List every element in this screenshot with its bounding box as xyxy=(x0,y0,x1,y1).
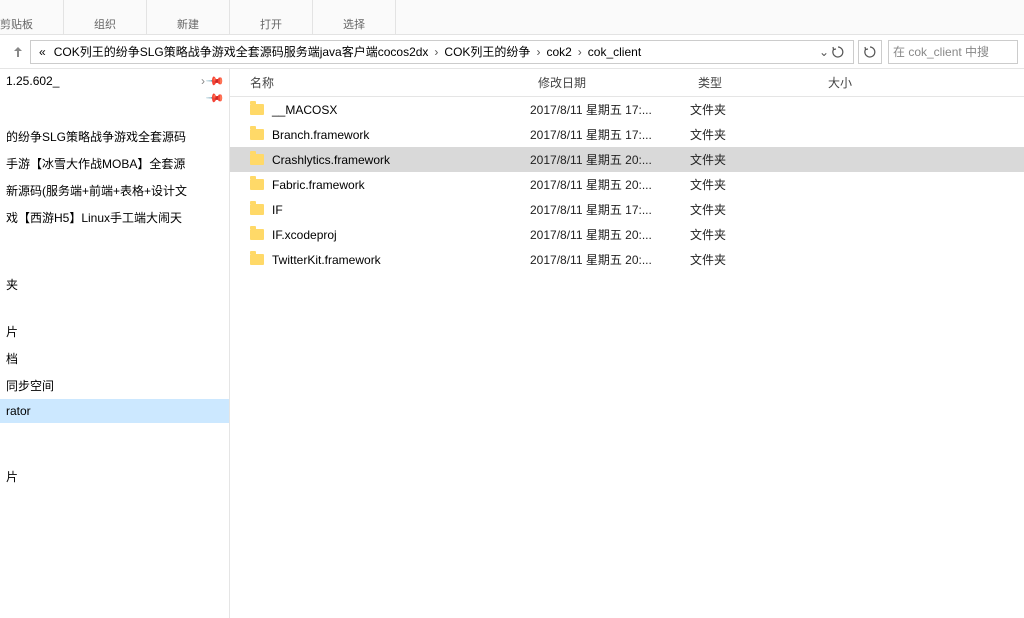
file-date: 2017/8/11 星期五 20:... xyxy=(530,226,690,243)
breadcrumb-part[interactable]: COK列王的纷争SLG策略战争游戏全套源码服务端java客户端cocos2dx xyxy=(50,41,433,62)
ribbon-clipboard[interactable]: 剪贴板 xyxy=(0,0,64,34)
chevron-right-icon: › xyxy=(193,74,205,88)
col-type[interactable]: 类型 xyxy=(690,74,820,91)
chevron-right-icon: › xyxy=(432,45,440,59)
file-list: 名称 修改日期 类型 大小 __MACOSX 2017/8/11 星期五 17:.… xyxy=(230,69,1024,618)
folder-icon xyxy=(250,229,264,240)
file-name: __MACOSX xyxy=(272,103,337,117)
col-date[interactable]: 修改日期 xyxy=(530,74,690,91)
file-date: 2017/8/11 星期五 17:... xyxy=(530,201,690,218)
ribbon-new[interactable]: 新建 xyxy=(147,0,230,34)
nav-section-item[interactable]: 档 xyxy=(0,345,229,372)
file-date: 2017/8/11 星期五 20:... xyxy=(530,151,690,168)
file-type: 文件夹 xyxy=(690,251,820,268)
ribbon: 剪贴板 组织 新建 打开 选择 xyxy=(0,0,1024,35)
file-row[interactable]: Branch.framework 2017/8/11 星期五 17:...文件夹 xyxy=(230,122,1024,147)
file-row[interactable]: Crashlytics.framework 2017/8/11 星期五 20:..… xyxy=(230,147,1024,172)
nav-section-item[interactable]: 片 xyxy=(0,318,229,345)
nav-up-button[interactable] xyxy=(6,40,30,64)
pin-icon: 📌 xyxy=(205,93,225,103)
chevron-right-icon: › xyxy=(534,45,542,59)
file-type: 文件夹 xyxy=(690,201,820,218)
search-input[interactable]: 在 cok_client 中搜 xyxy=(888,40,1018,64)
file-row[interactable]: __MACOSX 2017/8/11 星期五 17:...文件夹 xyxy=(230,97,1024,122)
col-size[interactable]: 大小 xyxy=(820,74,900,91)
ribbon-select[interactable]: 选择 xyxy=(313,0,396,34)
nav-quick-item[interactable]: 📌 xyxy=(0,93,229,103)
chevron-right-icon: › xyxy=(576,45,584,59)
folder-icon xyxy=(250,179,264,190)
refresh-icon[interactable] xyxy=(831,45,845,59)
chevron-down-icon[interactable]: ⌄ xyxy=(819,45,829,59)
file-name: TwitterKit.framework xyxy=(272,253,381,267)
nav-project-item[interactable]: 新源码(服务端+前端+表格+设计文 xyxy=(0,177,229,204)
nav-other-item[interactable]: 片 xyxy=(0,463,229,490)
nav-project-item[interactable]: 手游【冰雪大作战MOBA】全套源 xyxy=(0,150,229,177)
file-row[interactable]: TwitterKit.framework 2017/8/11 星期五 20:...… xyxy=(230,247,1024,272)
column-headers: 名称 修改日期 类型 大小 xyxy=(230,69,1024,97)
file-name: IF.xcodeproj xyxy=(272,228,337,242)
pin-icon: 📌 xyxy=(205,71,225,91)
file-row[interactable]: Fabric.framework 2017/8/11 星期五 20:...文件夹 xyxy=(230,172,1024,197)
nav-project-item[interactable]: 戏【西游H5】Linux手工端大闹天 xyxy=(0,204,229,231)
col-name[interactable]: 名称 xyxy=(230,74,530,91)
nav-project-item[interactable]: 的纷争SLG策略战争游戏全套源码 xyxy=(0,123,229,150)
breadcrumb-part[interactable]: cok2 xyxy=(542,43,575,61)
file-type: 文件夹 xyxy=(690,126,820,143)
folder-icon xyxy=(250,104,264,115)
address-bar-row: « COK列王的纷争SLG策略战争游戏全套源码服务端java客户端cocos2d… xyxy=(0,35,1024,69)
file-type: 文件夹 xyxy=(690,151,820,168)
file-name: IF xyxy=(272,203,283,217)
file-date: 2017/8/11 星期五 20:... xyxy=(530,176,690,193)
file-name: Branch.framework xyxy=(272,128,369,142)
file-type: 文件夹 xyxy=(690,101,820,118)
file-date: 2017/8/11 星期五 17:... xyxy=(530,126,690,143)
file-type: 文件夹 xyxy=(690,226,820,243)
file-date: 2017/8/11 星期五 20:... xyxy=(530,251,690,268)
file-row[interactable]: IF 2017/8/11 星期五 17:...文件夹 xyxy=(230,197,1024,222)
breadcrumb-prefix: « xyxy=(35,43,50,61)
ribbon-organize[interactable]: 组织 xyxy=(64,0,147,34)
folder-icon xyxy=(250,254,264,265)
file-date: 2017/8/11 星期五 17:... xyxy=(530,101,690,118)
folder-icon xyxy=(250,204,264,215)
refresh-button[interactable] xyxy=(858,40,882,64)
file-type: 文件夹 xyxy=(690,176,820,193)
breadcrumb-part[interactable]: COK列王的纷争 xyxy=(440,41,534,62)
ribbon-open[interactable]: 打开 xyxy=(230,0,313,34)
breadcrumb-part[interactable]: cok_client xyxy=(584,43,645,61)
file-name: Crashlytics.framework xyxy=(272,153,390,167)
nav-section-item[interactable]: 同步空间 xyxy=(0,372,229,399)
nav-section-item[interactable]: rator xyxy=(0,399,229,423)
file-row[interactable]: IF.xcodeproj 2017/8/11 星期五 20:...文件夹 xyxy=(230,222,1024,247)
file-name: Fabric.framework xyxy=(272,178,365,192)
folder-icon xyxy=(250,154,264,165)
nav-section-item[interactable]: 夹 xyxy=(0,271,229,298)
nav-quick-item[interactable]: 1.25.602_ 📌 › xyxy=(0,69,229,93)
breadcrumb[interactable]: « COK列王的纷争SLG策略战争游戏全套源码服务端java客户端cocos2d… xyxy=(30,40,854,64)
folder-icon xyxy=(250,129,264,140)
search-placeholder: 在 cok_client 中搜 xyxy=(893,43,989,60)
navigation-pane: 1.25.602_ 📌 › 📌 的纷争SLG策略战争游戏全套源码 手游【冰雪大作… xyxy=(0,69,230,618)
